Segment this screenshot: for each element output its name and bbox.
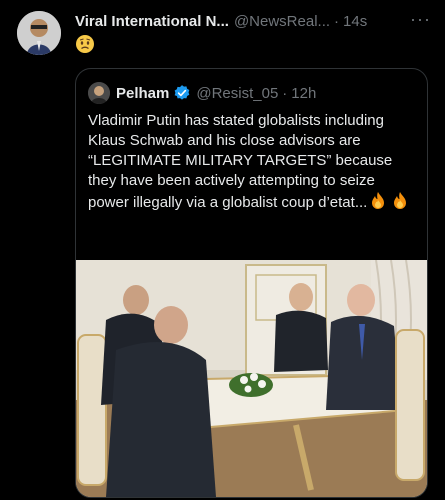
fire-emoji-icon [372,192,385,209]
quoted-separator-dot: · [282,84,288,102]
more-options-icon[interactable]: ··· [410,9,431,30]
quoted-tweet-photo[interactable] [76,260,427,497]
quoted-tweet-text-content: Vladimir Putin has stated globalists inc… [88,112,393,211]
tweet-header: Viral International N... @NewsReal... · … [75,9,435,31]
quoted-avatar-image [88,82,110,104]
quoted-tweet-card[interactable]: Pelham @Resist_05 · 12h Vladimir Putin h… [75,68,428,498]
quoted-author-avatar[interactable] [88,82,110,104]
author-handle[interactable]: @NewsReal... [234,13,330,30]
quoted-author-handle[interactable]: @Resist_05 [196,85,278,102]
separator-dot: · [334,12,340,30]
quoted-author-name[interactable]: Pelham [116,85,169,102]
verified-badge-icon [173,84,191,102]
fire-emoji-icon [394,192,407,209]
tweet-body [75,34,95,59]
worried-face-icon [76,35,94,53]
meeting-photo-image [76,260,427,497]
quoted-tweet-header: Pelham @Resist_05 · 12h [88,81,316,105]
quoted-tweet-timestamp[interactable]: 12h [291,85,316,102]
tweet-timestamp[interactable]: 14s [343,13,367,30]
author-avatar[interactable] [17,11,61,55]
quoted-tweet-text: Vladimir Putin has stated globalists inc… [88,111,414,213]
author-name[interactable]: Viral International N... [75,13,229,30]
avatar-image [17,11,61,55]
